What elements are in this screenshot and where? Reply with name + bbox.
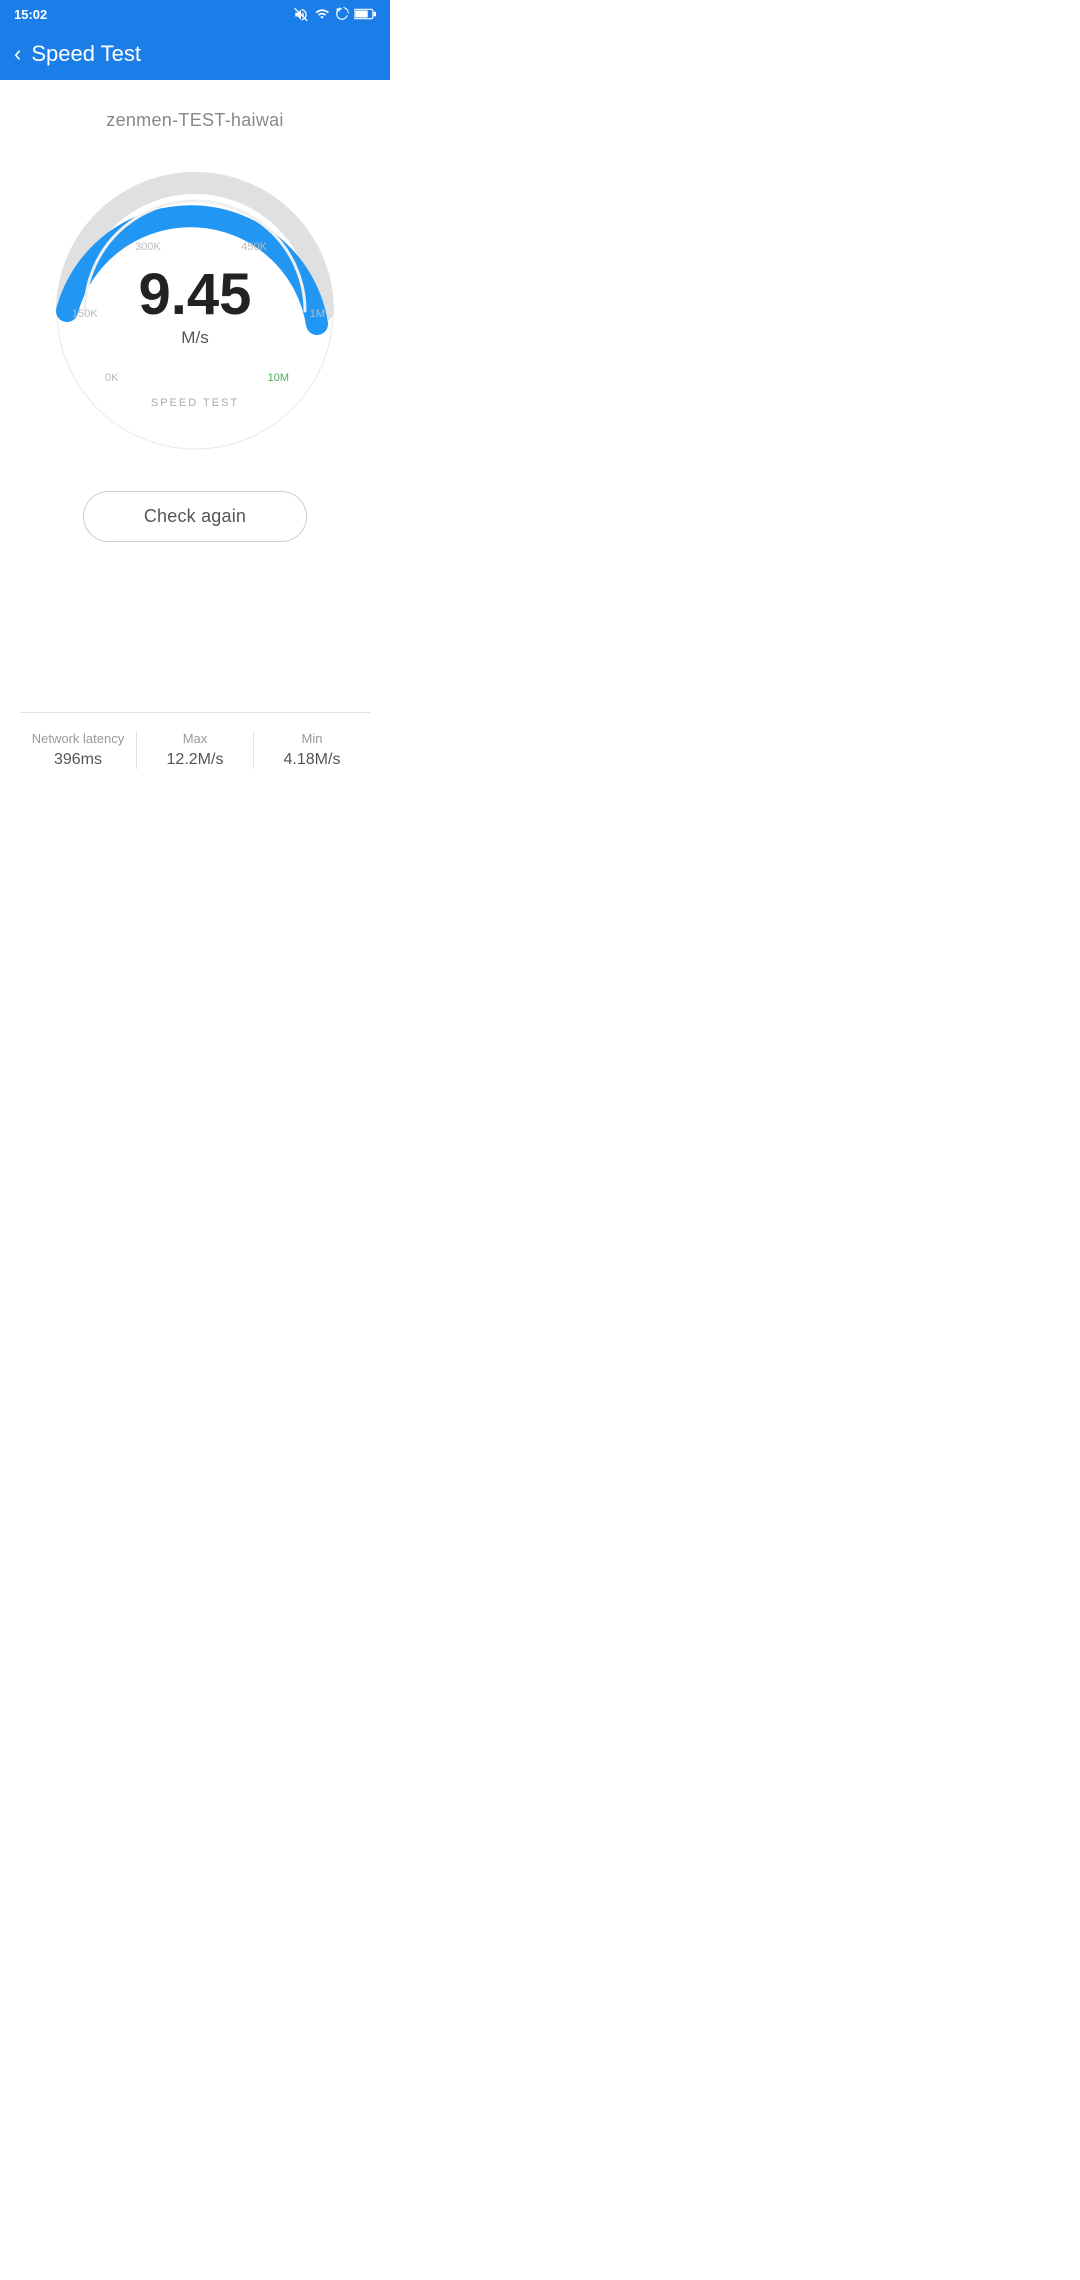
stat-max: Max 12.2M/s <box>137 731 254 769</box>
network-name: zenmen-TEST-haiwai <box>106 110 283 131</box>
latency-value: 396ms <box>20 751 136 769</box>
max-value: 12.2M/s <box>137 751 253 769</box>
back-button[interactable]: ‹ <box>14 41 21 67</box>
scale-300k: 300K <box>135 241 161 253</box>
scale-0k: 0K <box>105 372 118 384</box>
main-content: zenmen-TEST-haiwai <box>0 80 390 789</box>
speed-display: 9.45 M/s <box>139 266 252 348</box>
page-title: Speed Test <box>31 41 141 67</box>
battery-icon <box>354 7 376 21</box>
app-bar: ‹ Speed Test <box>0 28 390 80</box>
screen-icon <box>335 7 349 21</box>
wifi-icon <box>314 7 330 21</box>
speed-number: 9.45 <box>139 266 252 324</box>
speed-label: SPEED TEST <box>151 397 239 409</box>
scale-1m: 1M <box>310 308 325 320</box>
latency-label: Network latency <box>20 731 136 746</box>
check-again-button[interactable]: Check again <box>83 491 307 542</box>
stat-latency: Network latency 396ms <box>20 731 137 769</box>
speedometer: 0K 10M 150K 1M 300K 450K 9.45 M/s SPEED … <box>45 161 345 461</box>
stats-footer: Network latency 396ms Max 12.2M/s Min 4.… <box>20 712 370 789</box>
stat-min: Min 4.18M/s <box>254 731 370 769</box>
scale-450k: 450K <box>241 241 267 253</box>
status-bar: 15:02 <box>0 0 390 28</box>
max-label: Max <box>137 731 253 746</box>
status-icons <box>293 7 376 21</box>
status-time: 15:02 <box>14 7 47 22</box>
scale-150k: 150K <box>72 308 98 320</box>
mute-icon <box>293 7 309 21</box>
min-value: 4.18M/s <box>254 751 370 769</box>
min-label: Min <box>254 731 370 746</box>
scale-10m: 10M <box>268 372 289 384</box>
speed-unit: M/s <box>139 328 252 348</box>
